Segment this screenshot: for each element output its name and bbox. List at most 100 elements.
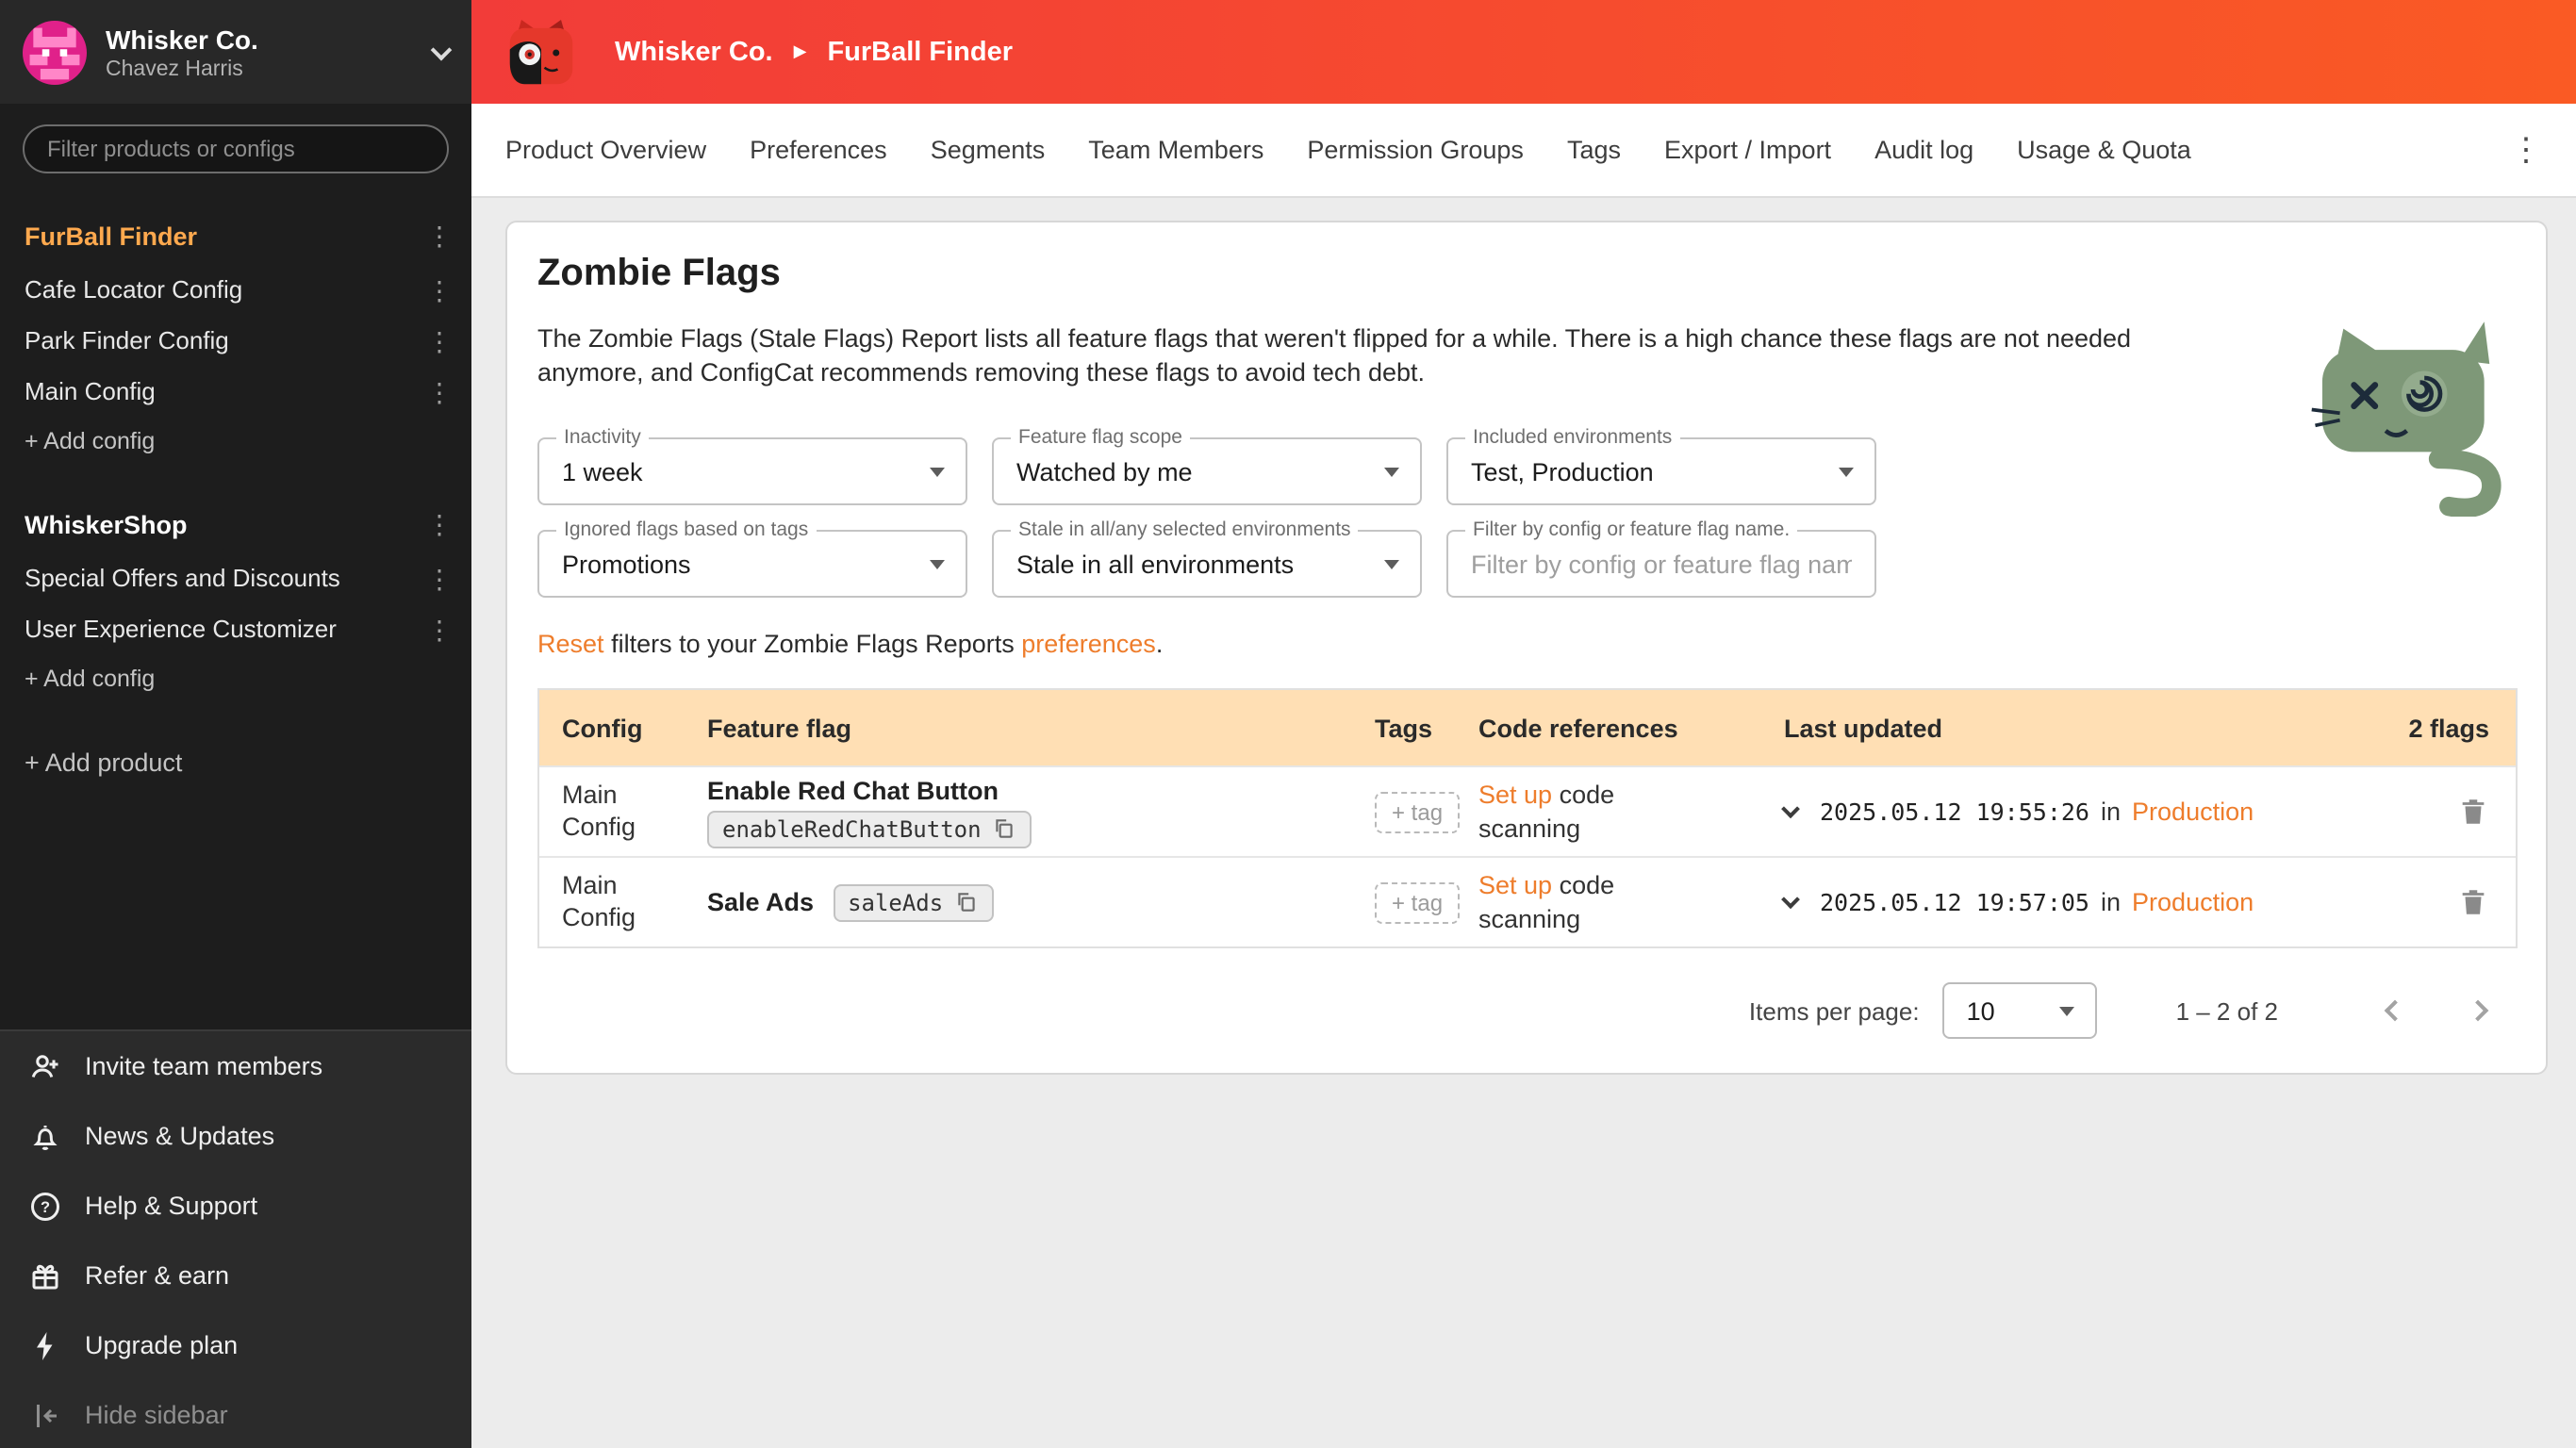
page-range: 1 – 2 of 2 [2176, 997, 2278, 1026]
zombie-flags-card: Zombie Flags The Zombie Flags (Stale Fla… [505, 221, 2548, 1076]
tab-audit-log[interactable]: Audit log [1874, 136, 1973, 164]
chevron-down-icon [1384, 560, 1399, 569]
product-tabs: Product Overview Preferences Segments Te… [471, 104, 2576, 198]
upgrade-plan-button[interactable]: Upgrade plan [0, 1310, 471, 1380]
refer-earn-button[interactable]: Refer & earn [0, 1241, 471, 1310]
config-name: Main Config [562, 781, 660, 845]
flags-count: 2 flags [2382, 715, 2516, 743]
page-description: The Zombie Flags (Stale Flags) Report li… [537, 322, 2244, 391]
stale-environments-select[interactable]: Stale in all/any selected environments S… [992, 531, 1422, 599]
copy-icon[interactable] [993, 817, 1017, 842]
bell-icon [28, 1119, 62, 1153]
kebab-menu-icon[interactable]: ⋮ [426, 616, 453, 642]
tab-product-overview[interactable]: Product Overview [505, 136, 706, 164]
breadcrumb-product[interactable]: FurBall Finder [827, 37, 1013, 67]
expand-row-chevron-icon[interactable] [1781, 891, 1800, 910]
flag-name-filter-field: Filter by config or feature flag name. [1446, 531, 1876, 599]
table-row: Main Config Enable Red Chat Button enabl… [539, 766, 2516, 857]
pagination: Items per page: 10 1 – 2 of 2 [537, 983, 2516, 1040]
org-switcher[interactable]: Whisker Co. Chavez Harris [0, 0, 471, 104]
bolt-icon [28, 1328, 62, 1362]
tab-permission-groups[interactable]: Permission Groups [1307, 136, 1524, 164]
kebab-menu-icon[interactable]: ⋮ [426, 565, 453, 591]
environment-link[interactable]: Production [2132, 889, 2254, 917]
tab-team-members[interactable]: Team Members [1088, 136, 1263, 164]
add-config-button[interactable]: + Add config [0, 417, 471, 466]
tab-usage-quota[interactable]: Usage & Quota [2017, 136, 2191, 164]
chevron-down-icon [930, 468, 945, 477]
previous-page-button[interactable] [2385, 1001, 2406, 1023]
reset-link[interactable]: Reset [537, 631, 604, 659]
kebab-menu-icon[interactable]: ⋮ [426, 222, 453, 249]
content-area: Zombie Flags The Zombie Flags (Stale Fla… [471, 198, 2576, 1448]
tab-tags[interactable]: Tags [1567, 136, 1621, 164]
table-row: Main Config Sale Ads saleAds + tag [539, 857, 2516, 947]
sidebar-config-cafe-locator[interactable]: Cafe Locator Config ⋮ [0, 264, 471, 315]
feature-flag-scope-select[interactable]: Feature flag scope Watched by me [992, 438, 1422, 506]
main-column: Whisker Co. ▶ FurBall Finder Product Ove… [471, 0, 2576, 1448]
sidebar-config-user-experience[interactable]: User Experience Customizer ⋮ [0, 603, 471, 654]
add-product-button[interactable]: + Add product [0, 733, 471, 790]
filters: Inactivity 1 week Feature flag scope Wat… [537, 438, 2516, 599]
kebab-menu-icon[interactable]: ⋮ [426, 327, 453, 354]
items-per-page-select[interactable]: 10 [1942, 983, 2097, 1040]
config-name: Main Config [562, 871, 660, 935]
gift-icon [28, 1259, 62, 1292]
sidebar-config-main-config[interactable]: Main Config ⋮ [0, 366, 471, 417]
kebab-menu-icon[interactable]: ⋮ [426, 511, 453, 537]
product-config-nav: FurBall Finder ⋮ Cafe Locator Config ⋮ P… [0, 185, 471, 1029]
next-page-button[interactable] [2468, 1001, 2489, 1023]
sidebar-footer: Invite team members News & Updates ? Hel… [0, 1029, 471, 1448]
sidebar-filter-input[interactable] [23, 124, 449, 173]
invite-team-members-button[interactable]: Invite team members [0, 1031, 471, 1101]
add-tag-button[interactable]: + tag [1375, 792, 1460, 833]
add-config-button[interactable]: + Add config [0, 654, 471, 703]
help-support-button[interactable]: ? Help & Support [0, 1171, 471, 1241]
sidebar-product-whiskershop[interactable]: WhiskerShop ⋮ [0, 496, 471, 552]
expand-row-chevron-icon[interactable] [1781, 800, 1800, 819]
tab-export-import[interactable]: Export / Import [1664, 136, 1831, 164]
news-updates-button[interactable]: News & Updates [0, 1101, 471, 1171]
kebab-menu-icon[interactable]: ⋮ [2510, 134, 2542, 166]
inactivity-select[interactable]: Inactivity 1 week [537, 438, 967, 506]
included-environments-select[interactable]: Included environments Test, Production [1446, 438, 1876, 506]
items-per-page-label: Items per page: [1749, 997, 1920, 1026]
kebab-menu-icon[interactable]: ⋮ [426, 276, 453, 303]
invite-icon [28, 1049, 62, 1083]
flag-key-chip[interactable]: enableRedChatButton [707, 811, 1032, 848]
kebab-menu-icon[interactable]: ⋮ [426, 378, 453, 404]
top-header: Whisker Co. ▶ FurBall Finder [471, 0, 2576, 104]
sidebar: Whisker Co. Chavez Harris FurBall Finder… [0, 0, 471, 1448]
collapse-icon [28, 1398, 62, 1432]
sidebar-product-furball-finder[interactable]: FurBall Finder ⋮ [0, 207, 471, 264]
reset-line: Reset filters to your Zombie Flags Repor… [537, 631, 2516, 659]
last-updated-timestamp: 2025.05.12 19:57:05 [1820, 889, 2089, 917]
copy-icon[interactable] [954, 891, 979, 915]
tab-segments[interactable]: Segments [931, 136, 1046, 164]
preferences-link[interactable]: preferences [1021, 631, 1156, 659]
chevron-down-icon [930, 560, 945, 569]
tab-preferences[interactable]: Preferences [750, 136, 887, 164]
flag-key-chip[interactable]: saleAds [833, 884, 994, 922]
set-up-code-scanning-link[interactable]: Set up [1478, 782, 1552, 810]
sidebar-config-park-finder[interactable]: Park Finder Config ⋮ [0, 315, 471, 366]
delete-flag-button[interactable] [2457, 797, 2489, 829]
app-root: Whisker Co. Chavez Harris FurBall Finder… [0, 0, 2576, 1448]
flag-name-filter-input[interactable] [1448, 533, 1874, 597]
add-tag-button[interactable]: + tag [1375, 882, 1460, 924]
set-up-code-scanning-link[interactable]: Set up [1478, 872, 1552, 900]
breadcrumb-org[interactable]: Whisker Co. [615, 37, 773, 67]
help-icon: ? [28, 1189, 62, 1223]
feature-flag-name: Sale Ads [707, 889, 814, 917]
ignored-tags-select[interactable]: Ignored flags based on tags Promotions [537, 531, 967, 599]
org-name: Whisker Co. [106, 24, 434, 54]
chevron-down-icon [1839, 468, 1854, 477]
trash-icon [2457, 887, 2489, 919]
configcat-logo-icon [502, 14, 581, 90]
delete-flag-button[interactable] [2457, 887, 2489, 919]
sidebar-config-special-offers[interactable]: Special Offers and Discounts ⋮ [0, 552, 471, 603]
environment-link[interactable]: Production [2132, 798, 2254, 827]
breadcrumb-arrow-icon: ▶ [794, 41, 807, 62]
hide-sidebar-button[interactable]: Hide sidebar [0, 1380, 471, 1448]
org-avatar [23, 20, 87, 84]
